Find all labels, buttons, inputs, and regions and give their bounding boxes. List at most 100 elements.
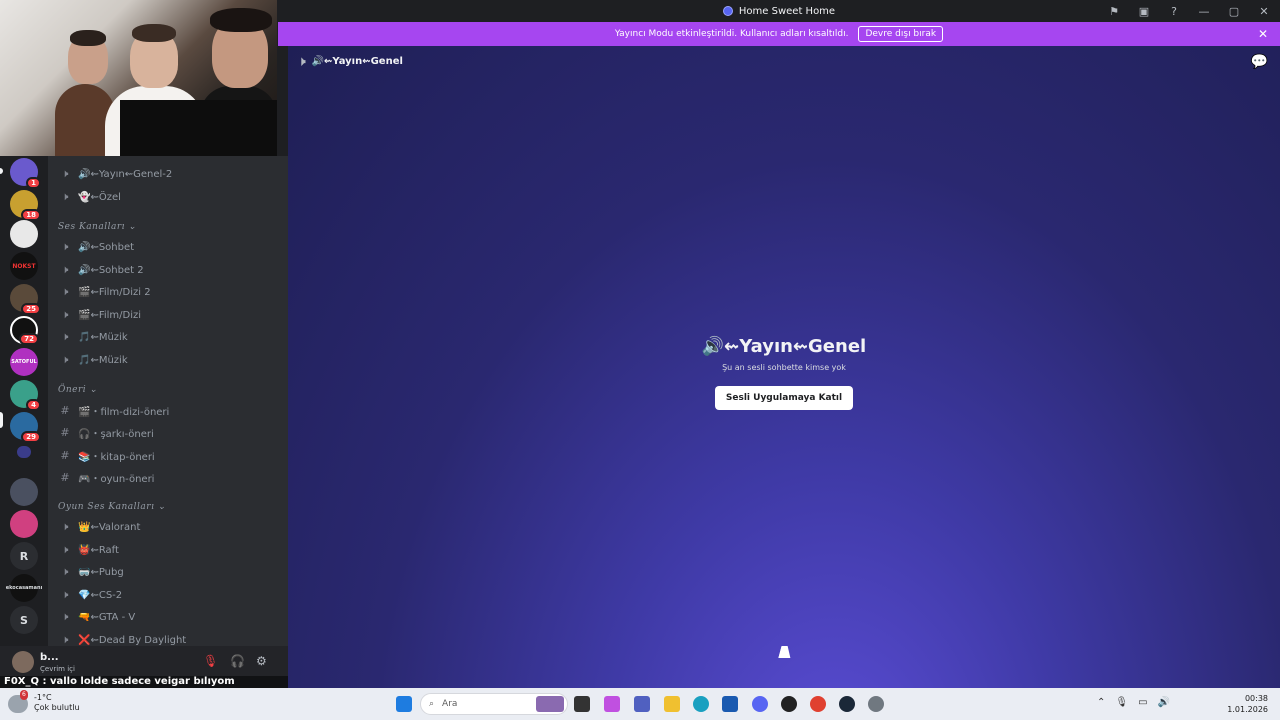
- empty-voice-text: Şu an sesli sohbette kimse yok: [722, 363, 846, 372]
- weather-widget[interactable]: 6 -1°C Çok bulutlu: [8, 690, 80, 713]
- channel-item[interactable]: 🕨 🎬⇜Film/Dizi 2: [58, 282, 151, 302]
- server-icon[interactable]: SATOFUL: [10, 348, 38, 376]
- hash-icon: #: [60, 470, 70, 484]
- category-header[interactable]: Ses Kanalları ⌄: [58, 222, 136, 232]
- category-header[interactable]: Oyun Ses Kanalları ⌄: [58, 502, 166, 512]
- server-icon[interactable]: [10, 510, 38, 538]
- inbox-icon[interactable]: ⚑: [1106, 5, 1122, 18]
- task-view-icon[interactable]: [574, 696, 590, 712]
- hash-icon: #: [60, 403, 70, 417]
- speaker-icon: 🕨: [61, 190, 69, 203]
- hash-icon: #: [60, 448, 70, 462]
- category-header[interactable]: Öneri ⌄: [58, 385, 98, 395]
- streamer-mode-banner: Yayıncı Modu etkinleştirildi. Kullanıcı …: [278, 22, 1280, 46]
- screen-icon[interactable]: ▣: [1136, 5, 1152, 18]
- speaker-icon: 🕨: [61, 240, 69, 253]
- channel-item[interactable]: # 📚・kitap-öneri: [58, 445, 154, 465]
- widget-icon[interactable]: [536, 696, 564, 712]
- channel-item[interactable]: 🕨 🎵⇜Müzik: [58, 327, 128, 347]
- channel-item[interactable]: 🕨 🔊⇜Sohbet 2: [58, 260, 144, 280]
- obs-icon[interactable]: [781, 696, 797, 712]
- server-icon[interactable]: ekocasamanı: [6, 574, 42, 602]
- webcam-overlay: [0, 0, 277, 156]
- channel-sidebar: 🕨 🔊⇜Yayın⇜Genel-2 🕨 👻⇜Özel Ses Kanalları ⌄…: [48, 156, 288, 646]
- discord-taskbar-icon[interactable]: [752, 696, 768, 712]
- chrome-icon[interactable]: [810, 696, 826, 712]
- chevron-up-icon[interactable]: ⌃: [1097, 697, 1105, 708]
- server-icon[interactable]: 1: [10, 158, 41, 189]
- close-button[interactable]: ✕: [1256, 5, 1272, 18]
- channel-item[interactable]: # 🎮・oyun-öneri: [58, 467, 154, 487]
- settings-icon[interactable]: [868, 696, 884, 712]
- clock[interactable]: 00:38 1.01.2026: [1227, 693, 1268, 715]
- speaker-icon: 🕨: [298, 54, 306, 68]
- mouse-cursor: [778, 646, 794, 658]
- avatar[interactable]: [12, 651, 34, 673]
- speaker-icon: 🕨: [61, 543, 69, 556]
- disable-streamer-mode-button[interactable]: Devre dışı bırak: [858, 26, 944, 42]
- speaker-icon: 🕨: [61, 330, 69, 343]
- username[interactable]: b...: [40, 652, 59, 663]
- server-icon[interactable]: 18: [10, 190, 41, 221]
- teams-icon[interactable]: [634, 696, 650, 712]
- minimize-button[interactable]: —: [1196, 5, 1212, 18]
- search-icon: ⌕: [429, 699, 435, 709]
- channel-item[interactable]: 🕨 🥽⇜Pubg: [58, 562, 124, 582]
- user-panel: b... Çevrim içi 🎙 🎧 ⚙: [0, 646, 288, 676]
- empty-voice-panel: 🔊⇜Yayın⇜Genel Şu an sesli sohbette kimse…: [288, 336, 1280, 410]
- title-bar: Home Sweet Home ⚑ ▣ ? — ▢ ✕: [278, 0, 1280, 22]
- channel-title: 🔊⇜Yayın⇜Genel: [311, 56, 403, 67]
- volume-icon[interactable]: 🔊: [1158, 697, 1170, 708]
- server-icon[interactable]: 25: [10, 284, 41, 315]
- channel-item[interactable]: 🕨 🎬⇜Film/Dizi: [58, 305, 142, 325]
- server-icon[interactable]: [10, 220, 38, 248]
- steam-icon[interactable]: [839, 696, 855, 712]
- channel-item[interactable]: 🕨 🔫⇜GTA - V: [58, 607, 136, 627]
- speaker-icon: 🕨: [61, 308, 69, 321]
- mute-icon[interactable]: 🎙: [203, 654, 218, 668]
- speaker-icon: 🕨: [61, 633, 69, 646]
- server-icon[interactable]: NOKST: [10, 252, 38, 280]
- channel-item[interactable]: 🕨 💎⇜CS-2: [58, 585, 123, 605]
- windows-taskbar: 6 -1°C Çok bulutlu ⌕ Ara ⌃ 🎙 ▭ 🔊 00:38 1…: [0, 688, 1280, 720]
- file-explorer-icon[interactable]: [664, 696, 680, 712]
- channel-item[interactable]: 🕨 👹⇜Raft: [58, 540, 119, 560]
- edge-icon[interactable]: [693, 696, 709, 712]
- channel-item[interactable]: 🕨 👑⇜Valorant: [58, 517, 141, 537]
- copilot-icon[interactable]: [604, 696, 620, 712]
- help-icon[interactable]: ?: [1166, 5, 1182, 18]
- channel-item[interactable]: 🕨 👻⇜Özel: [58, 187, 121, 207]
- headphones-icon[interactable]: 🎧: [230, 654, 245, 668]
- speaker-icon: 🕨: [61, 285, 69, 298]
- chat-icon[interactable]: 💬: [1251, 54, 1268, 70]
- settings-icon[interactable]: ⚙: [256, 654, 267, 668]
- server-icon[interactable]: [10, 478, 38, 506]
- server-icon[interactable]: 4: [10, 380, 41, 411]
- server-icon[interactable]: S: [10, 606, 38, 634]
- join-voice-button[interactable]: Sesli Uygulamaya Katıl: [714, 386, 854, 410]
- close-icon[interactable]: ✕: [1258, 27, 1268, 41]
- channel-item[interactable]: # 🎬・film-dizi-öneri: [58, 400, 169, 420]
- windows-start-icon[interactable]: [396, 696, 412, 712]
- channel-item[interactable]: 🕨 🔊⇜Yayın⇜Genel-2: [58, 164, 173, 184]
- voice-channel-view: 🕨 🔊⇜Yayın⇜Genel 💬 🔊⇜Yayın⇜Genel Şu an se…: [288, 46, 1280, 688]
- user-status: Çevrim içi: [40, 665, 75, 673]
- store-icon[interactable]: [722, 696, 738, 712]
- channel-item[interactable]: 🕨 🔊⇜Sohbet: [58, 237, 135, 257]
- channel-item[interactable]: 🕨 ❌⇜Dead By Daylight: [58, 630, 187, 646]
- server-icon[interactable]: 72: [10, 316, 39, 345]
- display-icon[interactable]: ▭: [1138, 697, 1147, 708]
- discord-icon: [722, 6, 733, 16]
- server-icon[interactable]: R: [10, 542, 38, 570]
- speaker-icon: 🕨: [61, 167, 69, 180]
- folder-icon[interactable]: [17, 446, 31, 458]
- microphone-icon[interactable]: 🎙: [1115, 697, 1128, 708]
- server-rail: 1 18 NOKST 25 72 SATOFUL 4 29 R ekocasam…: [0, 156, 48, 676]
- server-icon[interactable]: 29: [10, 412, 41, 443]
- channel-item[interactable]: 🕨 🎵⇜Müzik: [58, 350, 128, 370]
- stream-chat-overlay: F0X_Q : vallo lolde sadece veigar bılıyo…: [0, 676, 288, 688]
- speaker-icon: 🕨: [61, 263, 69, 276]
- speaker-icon: 🕨: [61, 353, 69, 366]
- channel-item[interactable]: # 🎧・şarkı-öneri: [58, 422, 153, 442]
- maximize-button[interactable]: ▢: [1226, 5, 1242, 18]
